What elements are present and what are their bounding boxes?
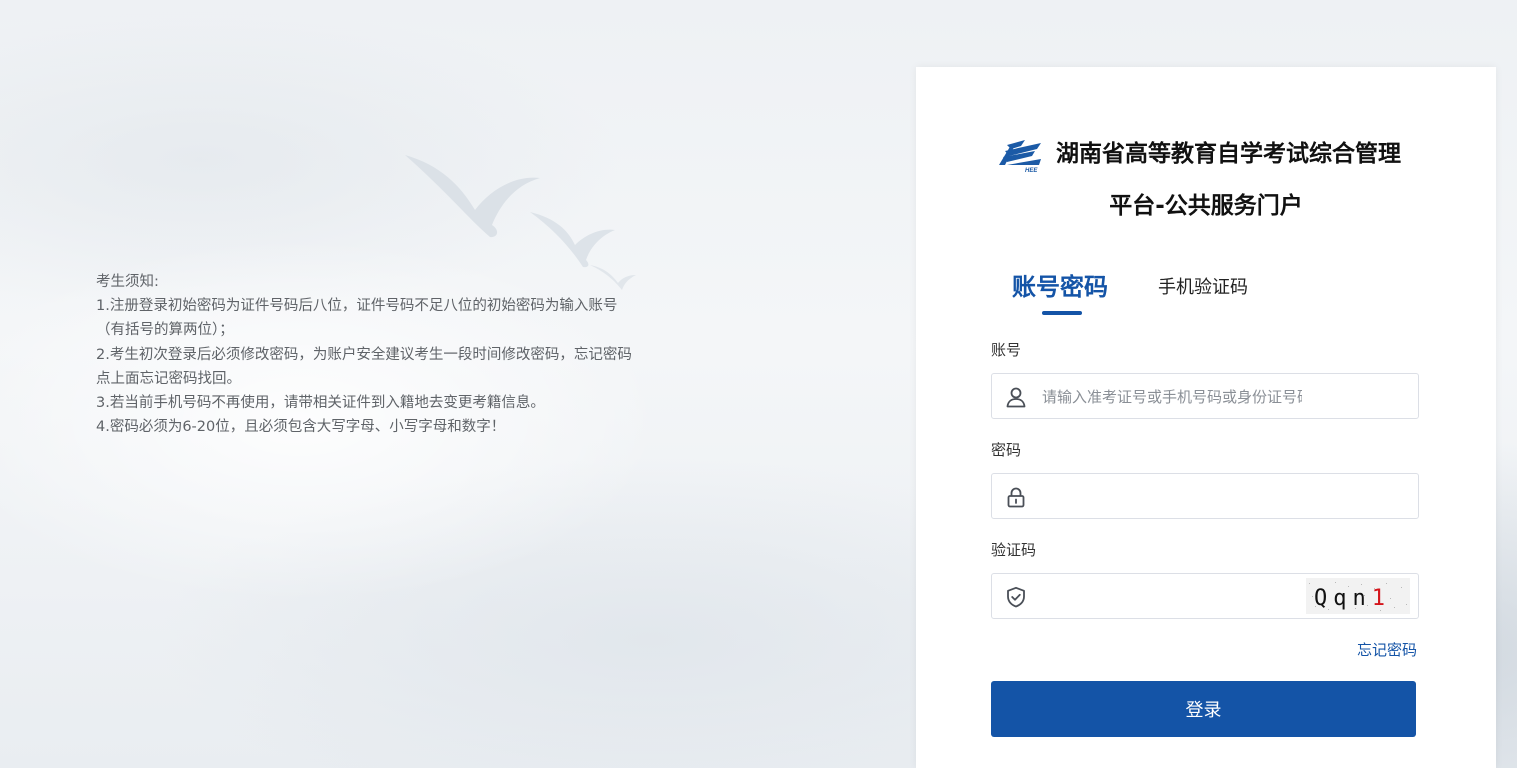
password-field[interactable] [991, 473, 1419, 520]
hee-logo-icon: HEE [999, 140, 1041, 173]
captcha-input[interactable] [1040, 574, 1244, 620]
account-field[interactable] [991, 373, 1419, 420]
notice-heading: 考生须知: [96, 274, 159, 290]
birds-illustration [405, 155, 636, 290]
login-button[interactable]: 登录 [991, 681, 1416, 737]
page-title: 湖南省高等教育自学考试综合管理 [1056, 141, 1401, 167]
password-input[interactable] [1040, 474, 1304, 520]
svg-text:HEE: HEE [1025, 168, 1038, 173]
captcha-image[interactable]: Qqn1 [1306, 578, 1410, 614]
tab-sms-code[interactable]: 手机验证码 [1158, 273, 1248, 299]
tab-account-password[interactable]: 账号密码 [1012, 267, 1108, 302]
captcha-field[interactable]: Qqn1 [991, 573, 1419, 620]
notice-item: 2.考生初次登录后必须修改密码，为账户安全建议考生一段时间修改密码，忘记密码点上… [96, 346, 632, 387]
user-icon [1006, 387, 1026, 408]
forgot-password-link[interactable]: 忘记密码 [1357, 639, 1417, 660]
account-label: 账号 [991, 341, 1022, 359]
account-input[interactable] [1040, 374, 1304, 420]
captcha-label: 验证码 [991, 541, 1037, 559]
notice-item: 1.注册登录初始密码为证件号码后八位，证件号码不足八位的初始密码为输入账号（有括… [96, 298, 618, 339]
notice-item: 3.若当前手机号码不再使用，请带相关证件到入籍地去变更考籍信息。 [96, 395, 545, 412]
notice-panel: 考生须知: 1.注册登录初始密码为证件号码后八位，证件号码不足八位的初始密码为输… [96, 270, 641, 439]
tab-active-indicator [1042, 311, 1082, 315]
page-subtitle: 平台-公共服务门户 [1109, 193, 1303, 219]
shield-check-icon [1007, 586, 1025, 608]
password-label: 密码 [991, 441, 1022, 459]
notice-item: 4.密码必须为6-20位，且必须包含大写字母、小写字母和数字！ [96, 419, 506, 436]
captcha-text: Qqn1 [1314, 586, 1391, 611]
lock-icon [1007, 487, 1025, 508]
login-card: HEE 湖南省高等教育自学考试综合管理 平台-公共服务门户 账号密码 手机验证码… [916, 67, 1496, 768]
